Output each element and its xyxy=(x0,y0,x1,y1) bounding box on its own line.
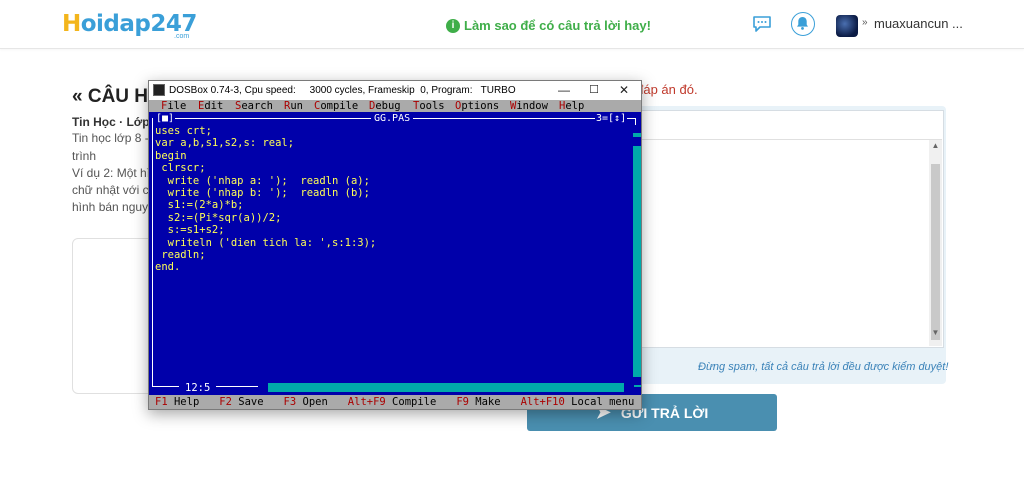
cursor-position: 12:5 xyxy=(179,382,217,394)
function-key-label: F2 xyxy=(219,396,232,408)
question-line: hình bán nguy xyxy=(72,200,149,214)
close-button[interactable]: ✕ xyxy=(609,82,639,99)
function-key-action: Help xyxy=(167,396,200,408)
function-key-label: F1 xyxy=(155,396,168,408)
editor-frame-left xyxy=(152,118,153,386)
code-line[interactable]: write ('nhap b: '); readln (b); xyxy=(155,187,376,199)
menu-debug[interactable]: Debug xyxy=(369,100,401,112)
spam-note: Đừng spam, tất cả câu trả lời đều được k… xyxy=(698,361,949,373)
scroll-up-icon[interactable]: ▲ xyxy=(929,141,942,150)
function-key-action: Save xyxy=(231,396,264,408)
code-line[interactable]: end. xyxy=(155,261,376,273)
menu-window[interactable]: Window xyxy=(510,100,548,112)
code-line[interactable]: clrscr; xyxy=(155,162,376,174)
question-meta: Tin Học · Lớp xyxy=(72,115,150,129)
dosbox-app-icon xyxy=(153,84,165,96)
scroll-right-arrow-icon[interactable] xyxy=(624,383,634,392)
menu-edit[interactable]: Edit xyxy=(198,100,223,112)
function-key-label: Alt+F9 xyxy=(347,396,386,408)
dosbox-window[interactable]: DOSBox 0.74-3, Cpu speed: 3000 cycles, F… xyxy=(148,80,642,410)
scroll-left-arrow-icon[interactable] xyxy=(258,383,268,392)
scroll-up-arrow-icon[interactable] xyxy=(633,125,641,133)
menu-label: ile xyxy=(167,100,187,112)
menu-options[interactable]: Options xyxy=(455,100,499,112)
code-line[interactable]: var a,b,s1,s2,s: real; xyxy=(155,137,376,149)
menu-label: ompile xyxy=(320,100,359,112)
function-key-bar: F1 Help F2 Save F3 Open Alt+F9 Compile F9 Ma… xyxy=(149,395,641,409)
menu-label: ools xyxy=(419,100,445,112)
dosbox-titlebar[interactable]: DOSBox 0.74-3, Cpu speed: 3000 cycles, F… xyxy=(149,81,641,100)
menu-tools[interactable]: Tools xyxy=(413,100,445,112)
scroll-down-icon[interactable]: ▼ xyxy=(929,328,942,337)
question-line: Ví dụ 2: Một hì xyxy=(72,166,151,180)
menu-label: un xyxy=(290,100,303,112)
minimize-button[interactable]: — xyxy=(549,82,579,99)
function-key-action: Open xyxy=(296,396,328,408)
notification-button[interactable] xyxy=(791,12,815,36)
chat-icon[interactable] xyxy=(752,15,772,33)
menu-file[interactable]: File xyxy=(161,100,186,112)
turbo-menubar: File Edit Search Run Compile Debug Tools… xyxy=(149,100,641,112)
chevron-down-icon[interactable]: » xyxy=(862,17,868,28)
function-key-alt-f10[interactable]: Alt+F10 Local menu xyxy=(521,396,635,408)
question-line: trình xyxy=(72,149,97,163)
code-line[interactable]: readln; xyxy=(155,249,376,261)
code-line[interactable]: s2:=(Pi*sqr(a))/2; xyxy=(155,212,376,224)
question-title: « CÂU H xyxy=(72,86,149,107)
bell-icon xyxy=(797,17,808,30)
editor-scroll-thumb[interactable] xyxy=(931,164,940,340)
menu-label: ptions xyxy=(461,100,500,112)
info-icon: i xyxy=(446,18,460,33)
code-editor[interactable]: uses crt; var a,b,s1,s2,s: real; begin clr… xyxy=(155,125,376,274)
function-key-alt-f9[interactable]: Alt+F9 Compile xyxy=(348,396,437,408)
editor-toolbar-divider xyxy=(636,139,942,140)
logo-domain: .com xyxy=(174,33,190,40)
menu-label: elp xyxy=(565,100,585,112)
scroll-down-arrow-icon[interactable] xyxy=(633,377,641,385)
answer-tip-link[interactable]: i Làm sao để có câu trả lời hay! xyxy=(446,18,651,33)
site-header: Hoidap247 .com i Làm sao để có câu trả l… xyxy=(0,0,1024,49)
code-line[interactable]: write ('nhap a: '); readln (a); xyxy=(155,175,376,187)
maximize-button[interactable]: ☐ xyxy=(579,82,609,99)
close-box-icon[interactable]: [■] xyxy=(155,113,176,124)
menu-label: ebug xyxy=(375,100,401,112)
menu-label: dit xyxy=(204,100,224,112)
avatar[interactable] xyxy=(836,15,858,37)
function-key-action: Compile xyxy=(385,396,437,408)
code-line[interactable]: uses crt; xyxy=(155,125,376,137)
vertical-scrollbar[interactable] xyxy=(633,125,641,387)
function-key-action: Local menu xyxy=(564,396,635,408)
function-key-label: Alt+F10 xyxy=(520,396,565,408)
horizontal-scrollbar[interactable] xyxy=(258,383,634,392)
menu-label: indow xyxy=(516,100,548,112)
function-key-f1[interactable]: F1 Help xyxy=(155,396,199,408)
editor-filename: GG.PAS xyxy=(371,113,414,124)
function-key-action: Make xyxy=(468,396,501,408)
dosbox-title: DOSBox 0.74-3, Cpu speed: 3000 cycles, F… xyxy=(169,85,516,96)
answer-tip-text: Làm sao để có câu trả lời hay! xyxy=(464,18,651,33)
menu-compile[interactable]: Compile xyxy=(314,100,358,112)
function-key-f9[interactable]: F9 Make xyxy=(456,396,500,408)
question-line: chữ nhật với c xyxy=(72,183,149,197)
code-line[interactable]: begin xyxy=(155,150,376,162)
code-line[interactable]: s1:=(2*a)*b; xyxy=(155,199,376,211)
function-key-label: F3 xyxy=(283,396,297,408)
function-key-label: F9 xyxy=(456,396,469,408)
menu-run[interactable]: Run xyxy=(284,100,303,112)
answer-panel xyxy=(72,238,154,394)
menu-label: earch xyxy=(241,100,273,112)
menu-search[interactable]: Search xyxy=(235,100,273,112)
question-line: Tin học lớp 8 - xyxy=(72,131,149,145)
function-key-f3[interactable]: F3 Open xyxy=(284,396,328,408)
vertical-scroll-thumb[interactable] xyxy=(633,137,641,146)
zoom-box-icon[interactable]: 3=[↕] xyxy=(595,113,628,124)
code-line[interactable]: s:=s1+s2; xyxy=(155,224,376,236)
code-line[interactable]: writeln ('dien tich la: ',s:1:3); xyxy=(155,237,377,249)
menu-help[interactable]: Help xyxy=(559,100,584,112)
answer-editor[interactable] xyxy=(636,110,944,348)
username[interactable]: muaxuancun ... xyxy=(874,16,963,31)
function-key-f2[interactable]: F2 Save xyxy=(219,396,263,408)
